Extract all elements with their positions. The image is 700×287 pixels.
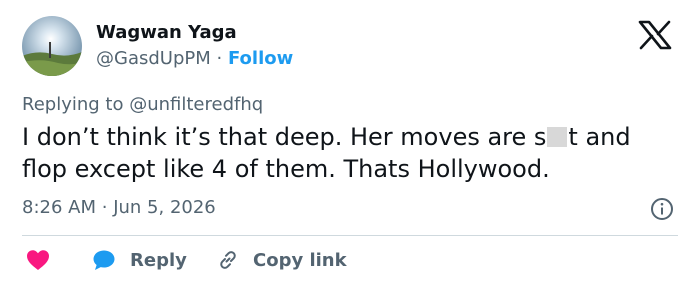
heart-icon bbox=[27, 250, 49, 270]
author-handle-row: @GasdUpPM · Follow bbox=[96, 47, 293, 71]
author-display-name[interactable]: Wagwan Yaga bbox=[96, 21, 237, 45]
x-logo-icon[interactable] bbox=[638, 20, 672, 50]
reply-bubble-icon bbox=[93, 250, 115, 270]
timestamp-separator: · bbox=[101, 197, 108, 218]
reply-label: Reply bbox=[130, 249, 187, 271]
tweet-date: Jun 5, 2026 bbox=[113, 197, 216, 218]
reply-context-mention[interactable]: @unfilteredfhq bbox=[129, 94, 263, 115]
tweet-text-part-1: I don’t think it’s that deep. Her moves … bbox=[22, 123, 547, 151]
reply-button[interactable]: Reply bbox=[92, 246, 187, 274]
info-icon[interactable] bbox=[650, 197, 674, 221]
landscape-avatar-icon bbox=[22, 16, 82, 76]
follow-button[interactable]: Follow bbox=[228, 48, 293, 69]
handle-separator: · bbox=[216, 48, 223, 69]
reply-context-prefix: Replying to bbox=[22, 94, 124, 115]
copy-link-label: Copy link bbox=[253, 249, 347, 271]
link-icon bbox=[220, 251, 236, 269]
tweet-time: 8:26 AM bbox=[22, 197, 96, 218]
censor-block bbox=[547, 127, 568, 147]
tweet-timestamp[interactable]: 8:26 AM · Jun 5, 2026 bbox=[22, 196, 216, 220]
copy-link-button[interactable]: Copy link bbox=[216, 246, 347, 274]
tweet-text: I don’t think it’s that deep. Her moves … bbox=[22, 121, 682, 185]
reply-context: Replying to @unfilteredfhq bbox=[22, 93, 263, 117]
divider bbox=[22, 235, 678, 236]
avatar[interactable] bbox=[22, 16, 82, 76]
author-handle[interactable]: @GasdUpPM bbox=[96, 48, 211, 69]
like-button[interactable] bbox=[26, 246, 50, 274]
